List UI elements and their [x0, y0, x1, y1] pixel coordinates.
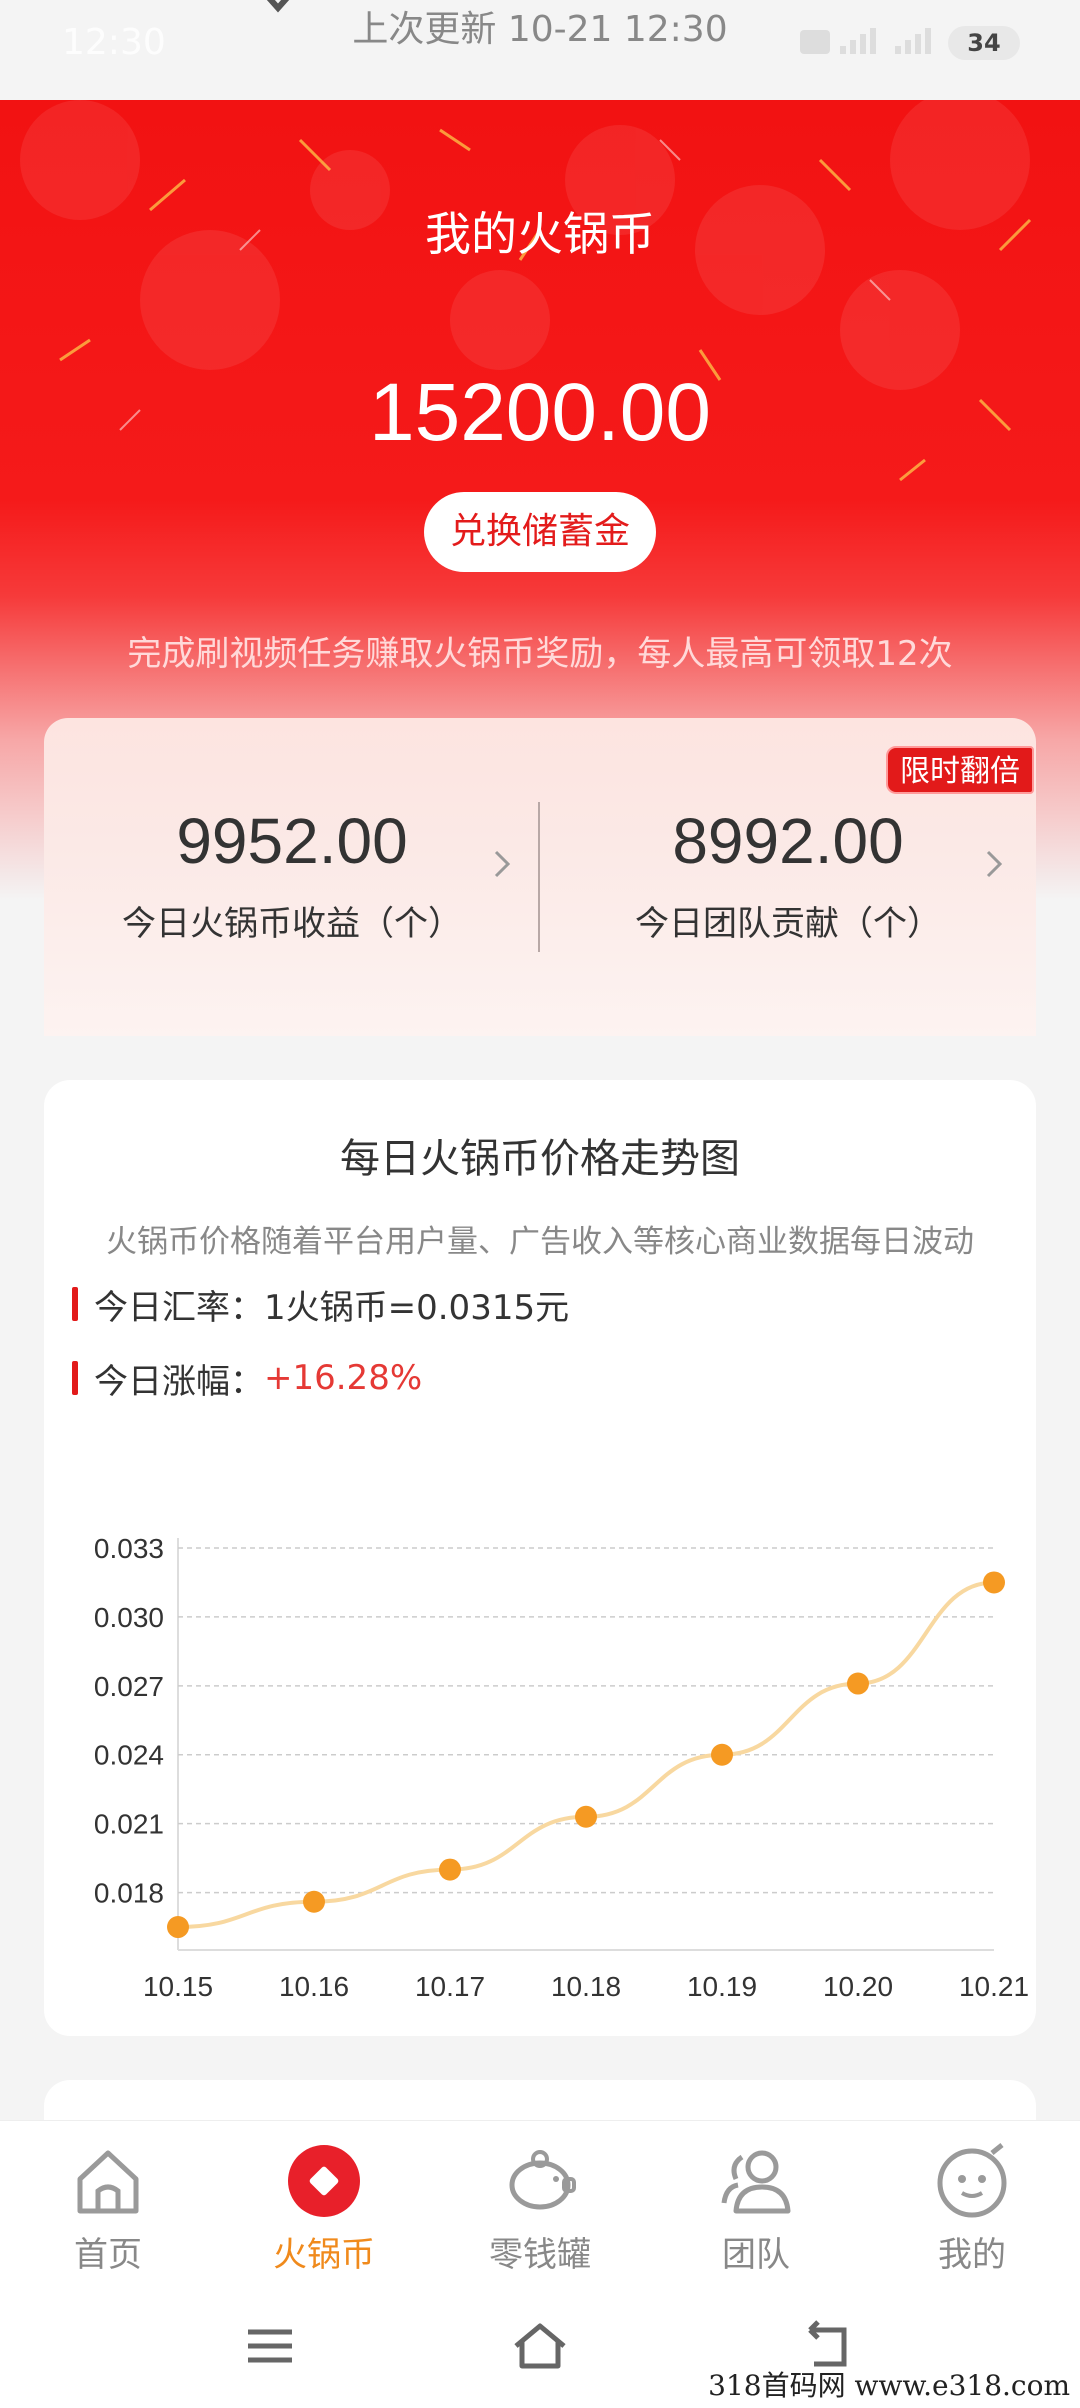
status-time: 12:30 — [62, 22, 166, 63]
nav-home[interactable]: 首页 — [38, 2141, 178, 2276]
x-tick-label: 10.17 — [415, 1971, 485, 2002]
chart-title: 每日火锅币价格走势图 — [340, 1136, 740, 1182]
y-tick-label: 0.021 — [94, 1809, 164, 1840]
today-earnings-value: 9952.00 — [176, 805, 408, 877]
price-line-chart: 0.018 0.021 0.024 0.027 0.030 0.033 10.15 10.16… — [94, 1533, 1029, 2002]
data-point — [847, 1672, 869, 1695]
nav-coin-label: 火锅币 — [273, 2235, 375, 2275]
rise-label: 今日涨幅： — [94, 1361, 264, 1402]
accent-bar — [72, 1287, 78, 1321]
menu-icon[interactable] — [240, 2316, 300, 2376]
y-tick-label: 0.027 — [94, 1671, 164, 1702]
y-tick-label: 0.018 — [94, 1878, 164, 1909]
today-earnings-stat[interactable]: 9952.00 今日火锅币收益（个） — [44, 804, 540, 945]
rate-label: 今日汇率： — [94, 1287, 264, 1328]
bottom-navigation: 首页 火锅币 零钱罐 团队 我的 — [0, 2120, 1080, 2280]
signal-icon — [800, 28, 931, 54]
nav-piggy-label: 零钱罐 — [489, 2235, 591, 2275]
exchange-savings-button[interactable]: 兑换储蓄金 — [424, 492, 656, 572]
rise-value: +16.28% — [264, 1358, 423, 1398]
rate-value: 1火锅币=0.0315元 — [264, 1287, 570, 1328]
x-tick-label: 10.21 — [959, 1971, 1029, 2002]
home-button-icon[interactable] — [510, 2316, 570, 2376]
data-point — [711, 1743, 733, 1766]
data-point — [439, 1858, 461, 1881]
team-contribution-stat[interactable]: 8992.00 今日团队贡献（个） — [540, 804, 1036, 945]
y-tick-label: 0.033 — [94, 1533, 164, 1564]
team-contribution-label: 今日团队贡献（个） — [635, 904, 941, 944]
coin-balance: 15200.00 — [368, 367, 711, 458]
data-point — [983, 1571, 1005, 1594]
x-tick-label: 10.18 — [551, 1971, 621, 2002]
nav-profile-label: 我的 — [938, 2235, 1006, 2275]
y-tick-label: 0.030 — [94, 1602, 164, 1633]
data-point — [575, 1805, 597, 1828]
team-icon — [721, 2150, 791, 2214]
task-reward-note: 完成刷视频任务赚取火锅币奖励，每人最高可领取12次 — [127, 634, 953, 674]
status-bar: 上次更新 10-21 12:30 12:30 34 — [0, 0, 1080, 100]
watermark-text: 318首码网 www.e318.com — [708, 2369, 1070, 2402]
chevron-right-icon — [494, 850, 511, 878]
limited-double-badge: 限时翻倍 — [886, 746, 1034, 794]
earnings-stats-card: 限时翻倍 9952.00 今日火锅币收益（个） 8992.00 今日团队贡献（个… — [44, 718, 1036, 1036]
nav-team[interactable]: 团队 — [686, 2141, 826, 2276]
coin-icon — [288, 2145, 360, 2217]
today-earnings-label: 今日火锅币收益（个） — [122, 904, 462, 944]
data-point — [303, 1890, 325, 1913]
exchange-rate-row: 今日汇率： 1火锅币=0.0315元 — [72, 1282, 570, 1328]
y-tick-label: 0.024 — [94, 1740, 164, 1771]
x-tick-label: 10.20 — [823, 1971, 893, 2002]
profile-icon — [937, 2143, 1007, 2218]
x-tick-label: 10.15 — [143, 1971, 213, 2002]
chevron-right-icon — [986, 850, 1003, 878]
nav-team-label: 团队 — [722, 2235, 790, 2275]
accent-bar — [72, 1361, 78, 1395]
x-tick-label: 10.19 — [687, 1971, 757, 2002]
battery-indicator: 34 — [948, 26, 1020, 60]
piggy-bank-icon — [509, 2150, 576, 2210]
nav-home-label: 首页 — [74, 2235, 142, 2275]
daily-rise-row: 今日涨幅： +16.28% — [72, 1356, 423, 1402]
nav-profile[interactable]: 我的 — [902, 2141, 1042, 2276]
team-contribution-value: 8992.00 — [672, 805, 904, 877]
hero-title: 我的火锅币 — [425, 207, 655, 261]
nav-coin[interactable]: 火锅币 — [254, 2141, 394, 2276]
x-tick-label: 10.16 — [279, 1971, 349, 2002]
nav-piggy-bank[interactable]: 零钱罐 — [470, 2141, 610, 2276]
home-icon — [77, 2150, 139, 2214]
chart-subtitle: 火锅币价格随着平台用户量、广告收入等核心商业数据每日波动 — [106, 1224, 974, 1260]
data-point — [167, 1916, 189, 1939]
